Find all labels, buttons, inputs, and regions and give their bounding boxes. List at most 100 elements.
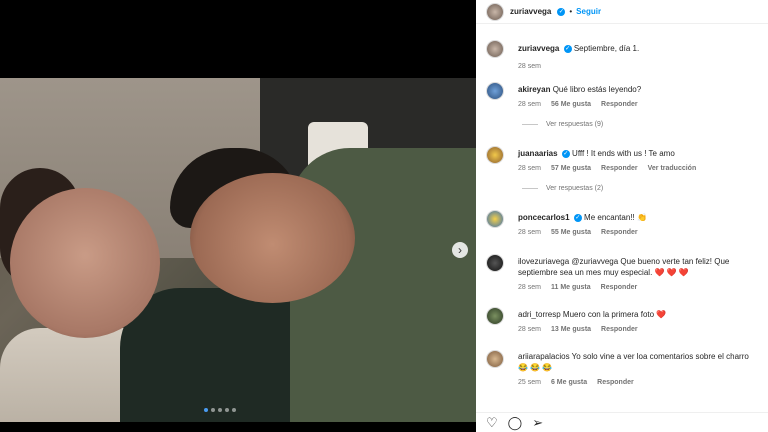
caption-text: Septiembre, día 1. <box>573 44 640 53</box>
comment-username[interactable]: ariiarapalacios <box>518 352 570 361</box>
comment-likes[interactable]: 11 Me gusta <box>551 284 591 291</box>
comment-meta: 28 sem 57 Me gusta Responder Ver traducc… <box>518 165 758 172</box>
comment-avatar[interactable] <box>486 254 504 272</box>
chevron-right-icon: › <box>458 243 462 257</box>
author-avatar[interactable] <box>486 3 504 21</box>
separator-dot: • <box>569 7 573 16</box>
comment-likes[interactable]: 55 Me gusta <box>551 229 591 236</box>
comment-text-row: ilovezuriavega @zuriavvega Que bueno ver… <box>518 256 758 278</box>
next-slide-button[interactable]: › <box>452 242 468 258</box>
avatar-image <box>487 255 503 271</box>
carousel-dots <box>204 408 236 412</box>
comment-meta: 25 sem 6 Me gusta Responder <box>518 379 758 386</box>
comment-item: poncecarlos1 ✓ Me encantan!! 👏 28 sem 55… <box>518 212 758 236</box>
view-replies[interactable]: Ver respuestas (9) <box>522 121 758 128</box>
caption: zuriavvega ✓ Septiembre, día 1. 28 sem <box>518 43 758 70</box>
reply-button[interactable]: Responder <box>601 165 638 172</box>
comment-meta: 28 sem 13 Me gusta Responder <box>518 326 758 333</box>
carousel-dot <box>225 408 229 412</box>
comment-avatar[interactable] <box>486 210 504 228</box>
comment-time: 28 sem <box>518 326 541 333</box>
reply-button[interactable]: Responder <box>601 284 638 291</box>
verified-icon: ✓ <box>573 213 582 222</box>
comment-meta: 28 sem 56 Me gusta Responder <box>518 101 758 108</box>
comment-time: 25 sem <box>518 379 541 386</box>
app-root: › zuriavvega ✓ • Seguir zuriavvega ✓ Sep… <box>0 0 768 432</box>
comment-avatar[interactable] <box>486 350 504 368</box>
caption-username[interactable]: zuriavvega <box>518 44 559 53</box>
view-replies-label[interactable]: Ver respuestas (9) <box>546 121 603 128</box>
follow-button[interactable]: Seguir <box>576 7 601 16</box>
verified-icon: ✓ <box>557 7 566 16</box>
caption-meta: 28 sem <box>518 63 758 70</box>
comment-item: ilovezuriavega @zuriavvega Que bueno ver… <box>518 256 758 291</box>
avatar-image <box>487 41 503 57</box>
comment-username[interactable]: ilovezuriavega <box>518 257 569 266</box>
carousel-dot <box>204 408 208 412</box>
comment-text-row: adri_torresp Muero con la primera foto ❤… <box>518 309 758 320</box>
post-photo[interactable] <box>0 78 476 422</box>
header-meta: zuriavvega ✓ • Seguir <box>510 7 601 16</box>
comment-text-row: juanaarias ✓ Ufff ! It ends with us ! Te… <box>518 148 758 159</box>
photo-face-right <box>190 173 355 303</box>
media-area: › <box>0 0 476 432</box>
avatar-image <box>487 308 503 324</box>
reply-button[interactable]: Responder <box>601 326 638 333</box>
comment-avatar[interactable] <box>486 146 504 164</box>
comment-text: Ufff ! It ends with us ! Te amo <box>572 149 675 158</box>
replies-divider <box>522 124 538 125</box>
avatar-image <box>487 83 503 99</box>
comment-likes[interactable]: 56 Me gusta <box>551 101 591 108</box>
comments-panel: zuriavvega ✓ • Seguir zuriavvega ✓ Septi… <box>476 0 768 432</box>
comment-item: ariiarapalacios Yo solo vine a ver loa c… <box>518 351 758 386</box>
comment-time: 28 sem <box>518 165 541 172</box>
comment-text-row: poncecarlos1 ✓ Me encantan!! 👏 <box>518 212 758 223</box>
reply-button[interactable]: Responder <box>597 379 634 386</box>
comment-icon[interactable]: ◯ <box>508 415 523 430</box>
comment-item: juanaarias ✓ Ufff ! It ends with us ! Te… <box>518 148 758 192</box>
comment-username[interactable]: akireyan <box>518 85 550 94</box>
comment-likes[interactable]: 13 Me gusta <box>551 326 591 333</box>
avatar-image <box>487 211 503 227</box>
verified-icon: ✓ <box>561 149 570 158</box>
comment-text-row: akireyan Qué libro estás leyendo? <box>518 84 758 95</box>
comment-text: Me encantan!! 👏 <box>584 213 647 222</box>
comment-item: adri_torresp Muero con la primera foto ❤… <box>518 309 758 333</box>
caption-text-row: zuriavvega ✓ Septiembre, día 1. <box>518 43 758 54</box>
comment-time: 28 sem <box>518 229 541 236</box>
reply-button[interactable]: Responder <box>601 229 638 236</box>
post-header: zuriavvega ✓ • Seguir <box>476 0 768 24</box>
caption-time: 28 sem <box>518 63 541 70</box>
comment-item: akireyan Qué libro estás leyendo? 28 sem… <box>518 84 758 128</box>
author-username[interactable]: zuriavvega <box>510 7 551 16</box>
reply-button[interactable]: Responder <box>601 101 638 108</box>
caption-avatar[interactable] <box>486 40 504 58</box>
comment-username[interactable]: poncecarlos1 <box>518 213 570 222</box>
carousel-dot <box>218 408 222 412</box>
avatar-image <box>487 147 503 163</box>
comment-meta: 28 sem 55 Me gusta Responder <box>518 229 758 236</box>
comment-time: 28 sem <box>518 101 541 108</box>
comment-likes[interactable]: 6 Me gusta <box>551 379 587 386</box>
photo-face-left <box>10 188 160 338</box>
share-icon[interactable]: ➢ <box>532 415 543 430</box>
comment-text: Qué libro estás leyendo? <box>552 85 642 94</box>
avatar-image <box>487 4 503 20</box>
carousel-dot <box>232 408 236 412</box>
view-replies[interactable]: Ver respuestas (2) <box>522 185 758 192</box>
heart-icon[interactable]: ♡ <box>486 415 498 430</box>
carousel-dot <box>211 408 215 412</box>
translate-button[interactable]: Ver traducción <box>648 165 697 172</box>
post-actions: ♡ ◯ ➢ <box>476 412 768 432</box>
comment-avatar[interactable] <box>486 82 504 100</box>
comment-likes[interactable]: 57 Me gusta <box>551 165 591 172</box>
comment-meta: 28 sem 11 Me gusta Responder <box>518 284 758 291</box>
comment-text-row: ariiarapalacios Yo solo vine a ver loa c… <box>518 351 758 373</box>
comment-time: 28 sem <box>518 284 541 291</box>
comment-username[interactable]: adri_torresp <box>518 310 561 319</box>
comment-username[interactable]: juanaarias <box>518 149 558 158</box>
verified-icon: ✓ <box>563 44 572 53</box>
comment-avatar[interactable] <box>486 307 504 325</box>
comment-text: Muero con la primera foto ❤️ <box>562 310 667 319</box>
view-replies-label[interactable]: Ver respuestas (2) <box>546 185 603 192</box>
